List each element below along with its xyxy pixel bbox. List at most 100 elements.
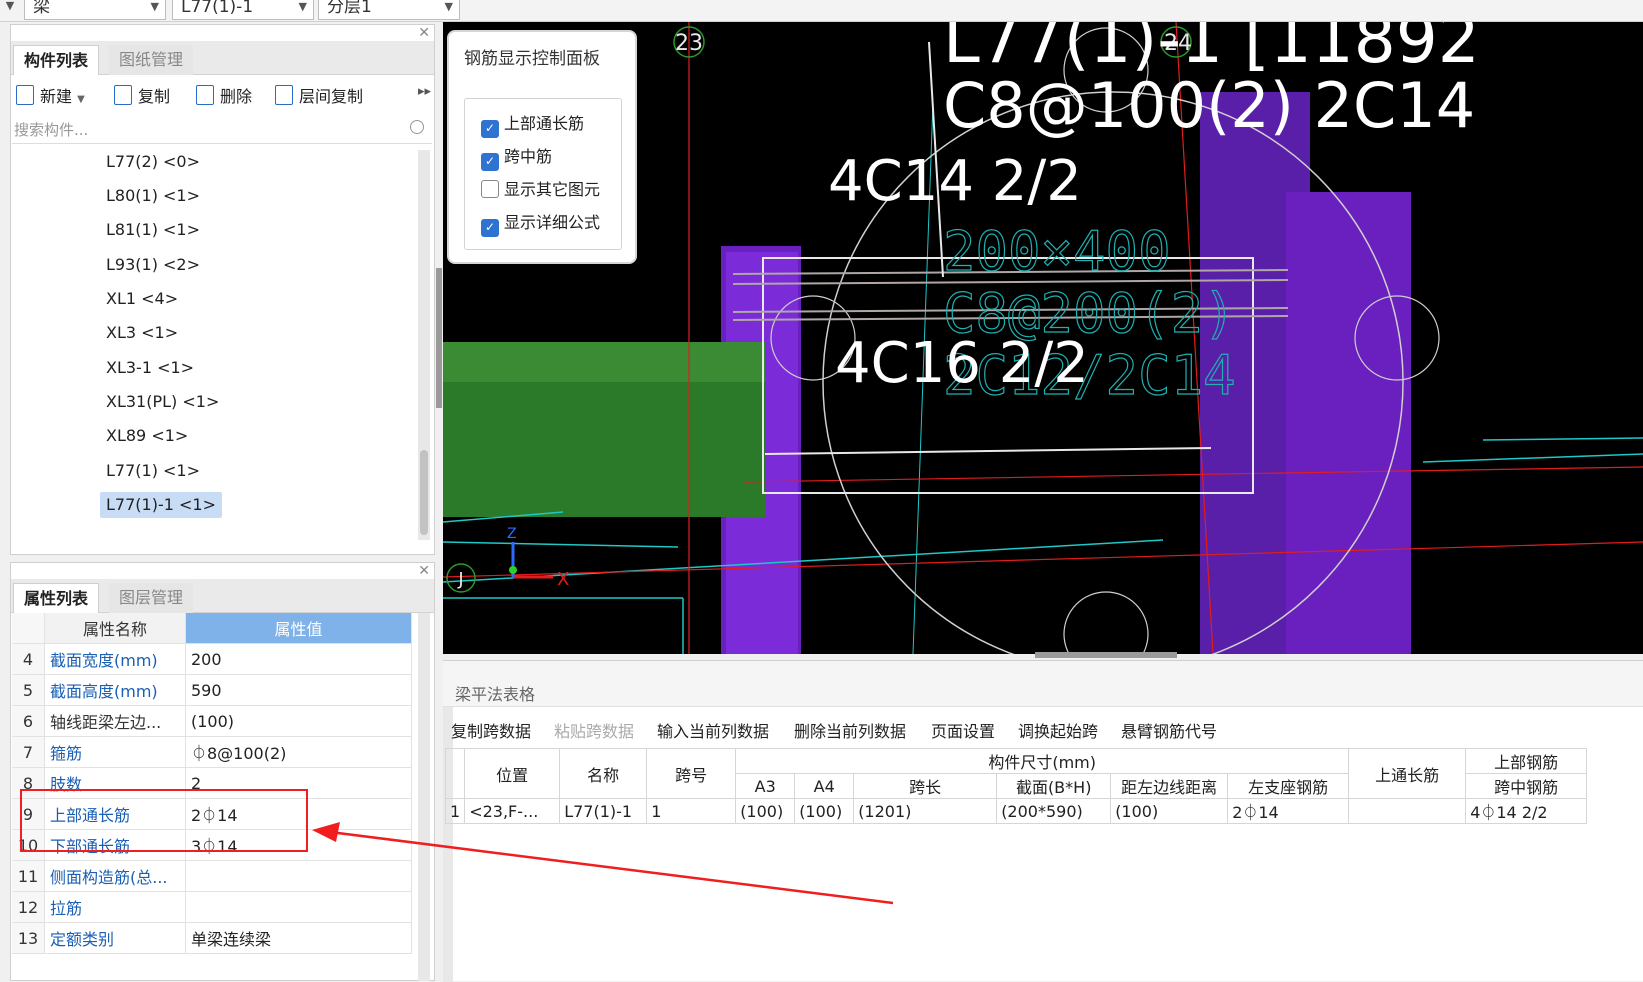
cell-name[interactable]: L77(1)-1 bbox=[559, 798, 648, 824]
search-icon[interactable] bbox=[410, 120, 424, 134]
panel-title: 梁平法表格 bbox=[455, 685, 536, 704]
dropdown-value: 梁 bbox=[33, 0, 50, 17]
table-row[interactable]: 6 轴线距梁左边... (100) bbox=[12, 705, 412, 737]
tree-item[interactable]: L77(2) <0> bbox=[100, 149, 206, 175]
scrollbar-thumb[interactable] bbox=[420, 450, 428, 535]
tab-component-list[interactable]: 构件列表 bbox=[13, 45, 100, 75]
header-span-length: 跨长 bbox=[853, 773, 998, 799]
delete-column-data-button[interactable]: 删除当前列数据 bbox=[794, 718, 906, 742]
dropdown-value: L77(1)-1 bbox=[181, 0, 254, 17]
cell-span-no[interactable]: 1 bbox=[646, 798, 737, 824]
tree-item[interactable]: L81(1) <1> bbox=[100, 217, 206, 243]
new-label: 新建 bbox=[40, 87, 73, 106]
tab-layer-manage[interactable]: 图层管理 bbox=[109, 583, 194, 613]
search-input[interactable]: 搜索构件... bbox=[12, 116, 432, 144]
component-tabs: 构件列表 图纸管理 bbox=[11, 41, 434, 75]
property-value[interactable] bbox=[185, 860, 412, 892]
checkbox-top-through[interactable]: ✓ 上部通长筋 bbox=[481, 112, 585, 138]
tree-item[interactable]: L77(1) <1> bbox=[100, 458, 206, 484]
highlight-box bbox=[20, 789, 308, 852]
new-doc-icon bbox=[16, 85, 34, 105]
copy-button[interactable]: 复制 bbox=[114, 84, 170, 110]
table-row[interactable]: 12 拉筋 bbox=[12, 891, 412, 923]
checkbox-show-other[interactable]: 显示其它图元 bbox=[481, 178, 600, 202]
tab-drawing-manage[interactable]: 图纸管理 bbox=[109, 45, 194, 75]
checkbox-empty-icon bbox=[481, 180, 499, 198]
tree-item[interactable]: XL31(PL) <1> bbox=[100, 389, 225, 415]
property-value-header: 属性值 bbox=[185, 613, 412, 644]
cell-section[interactable]: (200*590) bbox=[996, 798, 1112, 824]
horizontal-splitter[interactable] bbox=[1035, 652, 1177, 658]
top-selector-bar: ▼ 梁 ▼ L77(1)-1 ▼ 分层1 ▼ bbox=[0, 0, 1643, 22]
tree-item-selected[interactable]: L77(1)-1 <1> bbox=[100, 492, 222, 518]
property-value[interactable]: 590 bbox=[185, 674, 412, 706]
more-icon[interactable]: ▸▸ bbox=[418, 84, 431, 99]
checkbox-label: 跨中筋 bbox=[504, 147, 553, 166]
cell-left-seat[interactable] bbox=[1348, 798, 1467, 824]
property-scrollbar[interactable] bbox=[418, 613, 430, 981]
row-number: 4 bbox=[12, 643, 45, 675]
slab-shape bbox=[443, 342, 765, 382]
element-type-dropdown[interactable]: 梁 ▼ bbox=[24, 0, 166, 20]
cantilever-code-button[interactable]: 悬臂钢筋代号 bbox=[1121, 718, 1217, 742]
check-icon: ✓ bbox=[481, 120, 499, 138]
swap-start-span-button[interactable]: 调换起始跨 bbox=[1018, 718, 1098, 742]
property-value[interactable]: 200 bbox=[185, 643, 412, 675]
tree-item[interactable]: L80(1) <1> bbox=[100, 183, 206, 209]
column-shape bbox=[1286, 192, 1411, 654]
table-row[interactable]: 4 截面宽度(mm) 200 bbox=[12, 643, 412, 675]
delete-label: 删除 bbox=[220, 87, 253, 106]
table-row[interactable]: 13 定额类别 单梁连续梁 bbox=[12, 922, 412, 954]
header-a4: A4 bbox=[794, 773, 855, 799]
cell-top-through[interactable]: 2⏀14 bbox=[1227, 798, 1350, 824]
check-icon: ✓ bbox=[481, 153, 499, 171]
checkbox-label: 上部通长筋 bbox=[504, 114, 585, 133]
property-value[interactable]: 单梁连续梁 bbox=[185, 922, 412, 954]
chevron-down-icon: ▼ bbox=[150, 0, 159, 13]
tree-item[interactable]: XL1 <4> bbox=[100, 286, 184, 312]
panel-splitter[interactable] bbox=[436, 268, 442, 408]
floor-copy-button[interactable]: 层间复制 bbox=[275, 84, 363, 110]
close-icon[interactable]: ✕ bbox=[418, 25, 430, 41]
table-header-row: 位置 名称 跨号 构件尺寸(mm) 上通长筋 上部钢筋 bbox=[444, 748, 1588, 799]
copy-icon bbox=[114, 85, 132, 105]
grid-line bbox=[1422, 453, 1643, 463]
chevron-down-icon[interactable]: ▼ bbox=[0, 0, 20, 20]
cell-mid-span[interactable]: 4⏀14 2/2 bbox=[1465, 798, 1588, 824]
input-column-data-button[interactable]: 输入当前列数据 bbox=[657, 718, 769, 742]
component-dropdown[interactable]: L77(1)-1 ▼ bbox=[172, 0, 314, 20]
top-rebar-text: 4C14 2/2 bbox=[828, 149, 1082, 214]
tree-item[interactable]: XL3-1 <1> bbox=[100, 355, 200, 381]
tree-item[interactable]: XL89 <1> bbox=[100, 423, 194, 449]
checkbox-mid-span[interactable]: ✓ 跨中筋 bbox=[481, 145, 553, 171]
new-button[interactable]: 新建 ▼ bbox=[16, 84, 85, 110]
property-name-header: 属性名称 bbox=[44, 613, 186, 644]
layer-dropdown[interactable]: 分层1 ▼ bbox=[318, 0, 460, 20]
cell-left-distance[interactable]: (100) bbox=[1110, 798, 1229, 824]
property-value[interactable]: (100) bbox=[185, 705, 412, 737]
tree-item[interactable]: L93(1) <2> bbox=[100, 252, 206, 278]
copy-span-data-button[interactable]: 复制跨数据 bbox=[451, 718, 531, 742]
tree-item[interactable]: XL3 <1> bbox=[100, 320, 184, 346]
table-row[interactable]: 11 侧面构造筋(总... bbox=[12, 860, 412, 892]
close-icon[interactable]: ✕ bbox=[418, 563, 430, 579]
table-row[interactable]: 7 箍筋 ⏀8@100(2) bbox=[12, 736, 412, 768]
checkbox-show-formula[interactable]: ✓ 显示详细公式 bbox=[481, 211, 600, 237]
table-row[interactable]: 1 <23,F-... L77(1)-1 1 (100) (100) (1201… bbox=[444, 798, 1588, 824]
header-a3: A3 bbox=[735, 773, 796, 799]
paste-span-data-button[interactable]: 粘贴跨数据 bbox=[554, 718, 634, 742]
tab-property-list[interactable]: 属性列表 bbox=[13, 583, 100, 613]
tree-scrollbar[interactable] bbox=[418, 150, 430, 540]
property-value[interactable] bbox=[185, 891, 412, 923]
page-setup-button[interactable]: 页面设置 bbox=[931, 718, 995, 742]
cell-position[interactable]: <23,F-... bbox=[464, 798, 561, 824]
cell-a3[interactable]: (100) bbox=[735, 798, 796, 824]
delete-button[interactable]: 删除 bbox=[196, 84, 252, 110]
cell-a4[interactable]: (100) bbox=[794, 798, 855, 824]
table-row[interactable]: 5 截面高度(mm) 590 bbox=[12, 674, 412, 706]
property-name: 轴线距梁左边... bbox=[44, 705, 186, 737]
floor-copy-label: 层间复制 bbox=[299, 87, 364, 106]
property-value[interactable]: ⏀8@100(2) bbox=[185, 736, 412, 768]
cell-span-length[interactable]: (1201) bbox=[853, 798, 998, 824]
floor-copy-icon bbox=[275, 85, 293, 105]
